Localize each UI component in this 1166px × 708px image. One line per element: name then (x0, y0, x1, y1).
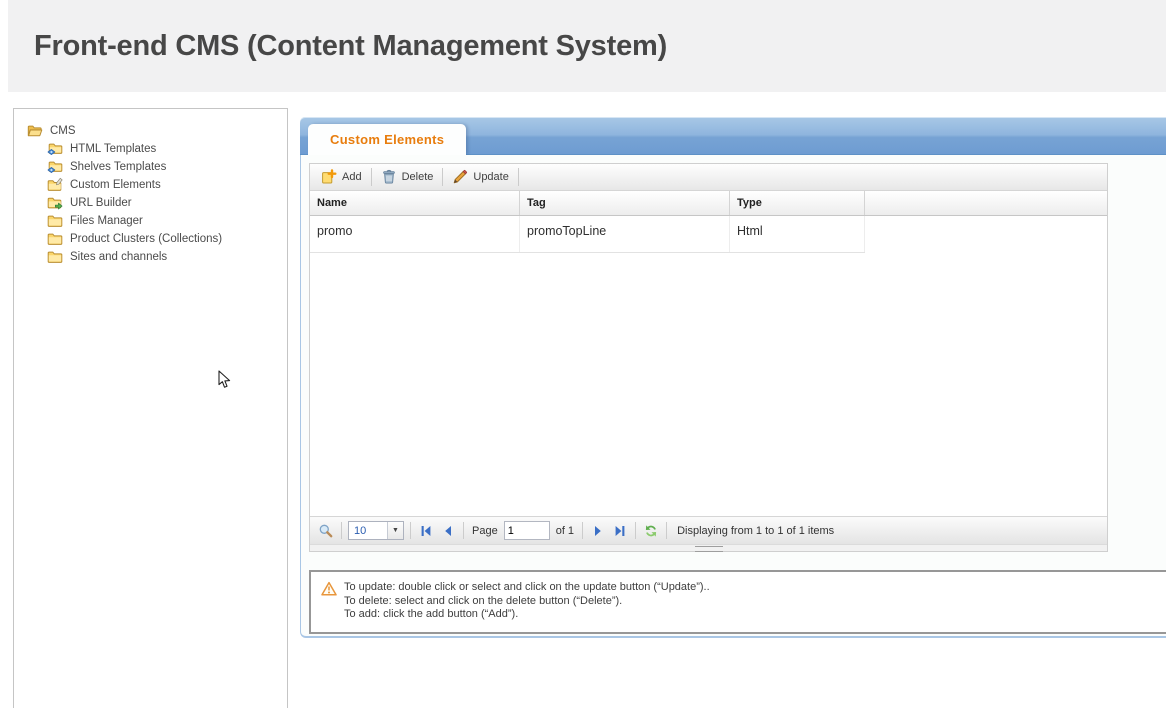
cms-tree-children: HTML Templates Shelves Templates Custom … (47, 140, 287, 266)
mouse-cursor-icon (218, 370, 231, 390)
tree-item-product-clusters-collections[interactable]: Product Clusters (Collections) (47, 230, 287, 248)
grid-header-row: NameTagType (310, 191, 1107, 216)
tree-item-label: Shelves Templates (70, 161, 166, 173)
help-line: To delete: select and click on the delet… (344, 595, 710, 609)
column-header-name[interactable]: Name (310, 191, 520, 215)
page-size-value: 10 (349, 525, 387, 537)
table-cell: promo (310, 216, 520, 252)
folder-icon (47, 213, 63, 229)
first-page-button[interactable] (415, 520, 437, 542)
paging-separator (666, 522, 667, 539)
paging-status: Displaying from 1 to 1 of 1 items (677, 525, 834, 537)
update-icon (452, 169, 468, 185)
table-cell: promoTopLine (520, 216, 730, 252)
tab-custom-elements[interactable]: Custom Elements (308, 124, 466, 155)
page-label: Page (472, 525, 498, 537)
help-line: To update: double click or select and cl… (344, 581, 710, 595)
tree-item-label: Sites and channels (70, 251, 167, 263)
sidebar-panel: CMS HTML Templates Shelves Templates Cus… (13, 108, 288, 708)
tree-item-html-templates[interactable]: HTML Templates (47, 140, 287, 158)
tab-label: Custom Elements (330, 132, 444, 147)
column-header-filler (865, 191, 1107, 215)
grid-body: promopromoTopLineHtml (310, 216, 1107, 516)
add-button[interactable]: Add (313, 166, 370, 188)
column-header-type[interactable]: Type (730, 191, 865, 215)
resize-handle[interactable] (695, 546, 723, 552)
toolbar-separator (371, 168, 372, 186)
grid-resize-strip (310, 544, 1107, 551)
tree-item-label: Product Clusters (Collections) (70, 233, 222, 245)
open-folder-icon (27, 123, 43, 139)
tree-item-custom-elements[interactable]: Custom Elements (47, 176, 287, 194)
panel-tab-strip: Custom Elements (300, 117, 1166, 155)
app-root: Front-end CMS (Content Management System… (0, 0, 1166, 708)
last-page-button[interactable] (609, 520, 631, 542)
paging-separator (410, 522, 411, 539)
table-cell: Html (730, 216, 865, 252)
grid-toolbar: Add Delete Update (310, 164, 1107, 191)
folder-icon (47, 249, 63, 265)
paging-separator (463, 522, 464, 539)
folder-icon (47, 231, 63, 247)
edit-folder-icon (47, 177, 63, 193)
delete-button[interactable]: Delete (373, 166, 442, 188)
custom-elements-grid: Add Delete Update NameTagType promopromo… (309, 163, 1108, 552)
help-line: To add: click the add button (“Add”). (344, 608, 710, 622)
page-size-select[interactable]: 10 ▼ (348, 521, 404, 540)
table-row[interactable]: promopromoTopLineHtml (310, 216, 865, 253)
paging-toolbar: 10 ▼ Page of 1 (310, 516, 1107, 544)
tree-item-label: URL Builder (70, 197, 132, 209)
tree-item-label: Custom Elements (70, 179, 161, 191)
paging-separator (582, 522, 583, 539)
tree-item-label: Files Manager (70, 215, 143, 227)
help-text: To update: double click or select and cl… (344, 581, 710, 622)
delete-icon (381, 169, 397, 185)
toolbar-separator (518, 168, 519, 186)
search-icon[interactable] (315, 520, 337, 542)
page-title: Front-end CMS (Content Management System… (34, 30, 667, 63)
url-folder-icon (47, 195, 63, 211)
update-button[interactable]: Update (444, 166, 516, 188)
tree-item-sites-and-channels[interactable]: Sites and channels (47, 248, 287, 266)
page-number-input[interactable] (504, 521, 550, 540)
prev-page-button[interactable] (437, 520, 459, 542)
cms-tree: CMS HTML Templates Shelves Templates Cus… (14, 109, 287, 266)
page-count-label: of 1 (556, 525, 574, 537)
toolbar-separator (442, 168, 443, 186)
tree-item-files-manager[interactable]: Files Manager (47, 212, 287, 230)
add-icon (321, 169, 337, 185)
templates-folder-icon (47, 141, 63, 157)
help-infobox: To update: double click or select and cl… (309, 570, 1166, 634)
warning-icon (321, 581, 337, 597)
tree-item-label: CMS (50, 125, 76, 137)
custom-elements-panel: Custom Elements Add Delete Update NameTa… (300, 117, 1166, 638)
next-page-button[interactable] (587, 520, 609, 542)
page-header: Front-end CMS (Content Management System… (8, 0, 1166, 92)
tree-item-shelves-templates[interactable]: Shelves Templates (47, 158, 287, 176)
tree-item-label: HTML Templates (70, 143, 156, 155)
paging-separator (341, 522, 342, 539)
chevron-down-icon[interactable]: ▼ (387, 522, 403, 539)
column-header-tag[interactable]: Tag (520, 191, 730, 215)
tree-item-url-builder[interactable]: URL Builder (47, 194, 287, 212)
refresh-button[interactable] (640, 520, 662, 542)
tree-item-cms[interactable]: CMS (27, 122, 287, 140)
templates-folder-icon (47, 159, 63, 175)
paging-separator (635, 522, 636, 539)
panel-body: Add Delete Update NameTagType promopromo… (300, 155, 1166, 638)
